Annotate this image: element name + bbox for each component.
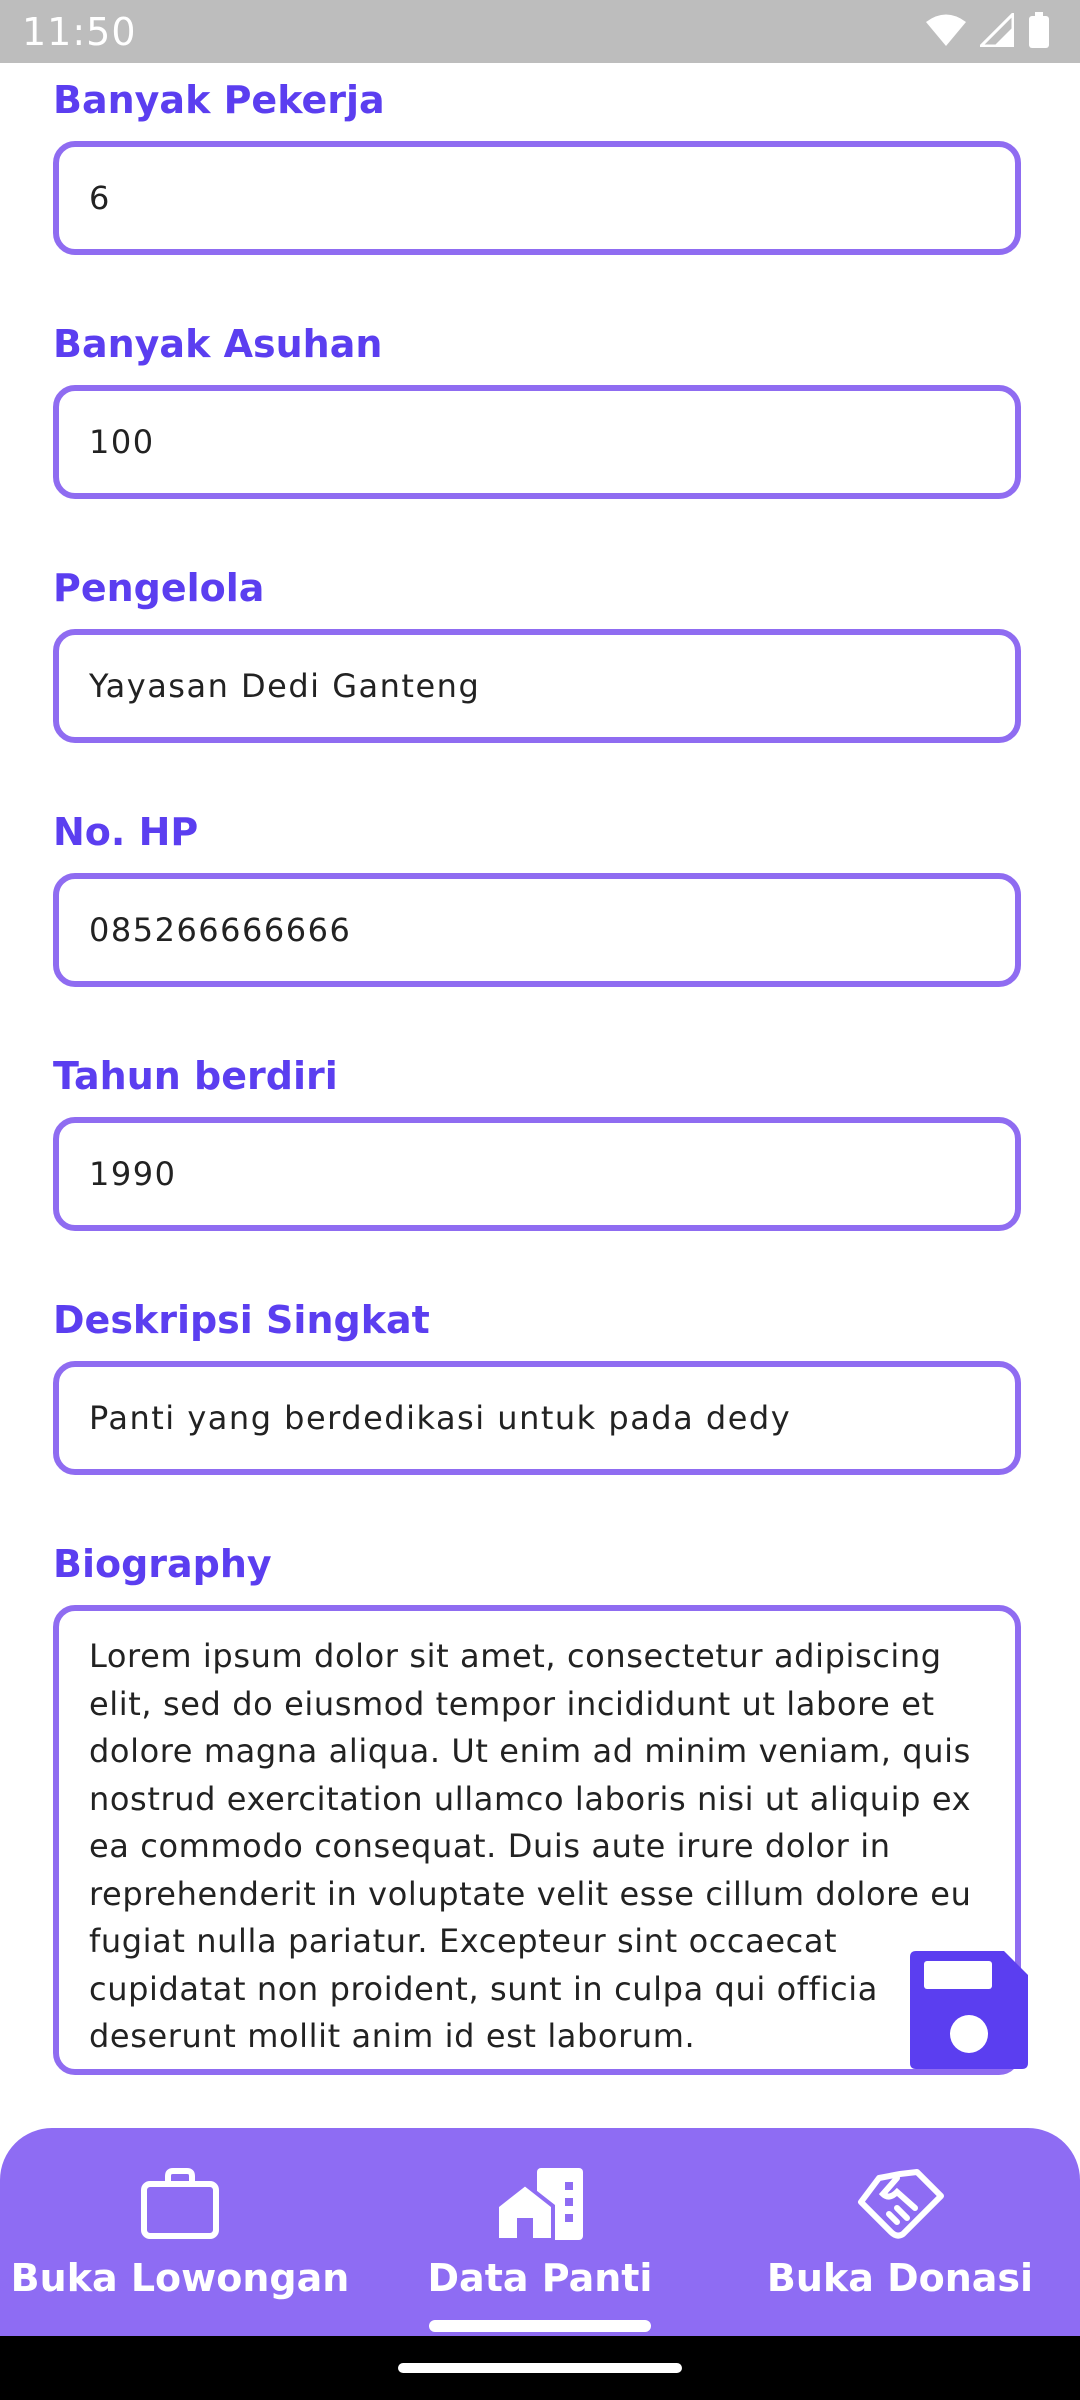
nav-item-buka-donasi[interactable]: Buka Donasi xyxy=(720,2128,1080,2336)
field-label-deskripsi-singkat: Deskripsi Singkat xyxy=(53,1298,430,1342)
house-building-icon xyxy=(495,2168,585,2247)
wifi-icon xyxy=(926,13,966,52)
no-hp-input[interactable]: 085266666666 xyxy=(53,873,1021,987)
banyak-pekerja-input[interactable]: 6 xyxy=(53,141,1021,255)
nav-label-buka-lowongan: Buka Lowongan xyxy=(10,2256,350,2300)
field-label-tahun-berdiri: Tahun berdiri xyxy=(53,1054,338,1098)
no-hp-value: 085266666666 xyxy=(89,911,352,949)
banyak-asuhan-input[interactable]: 100 xyxy=(53,385,1021,499)
deskripsi-singkat-value: Panti yang berdedikasi untuk pada dedy xyxy=(89,1399,792,1437)
briefcase-icon xyxy=(140,2168,220,2245)
field-label-no-hp: No. HP xyxy=(53,810,199,854)
field-label-pengelola: Pengelola xyxy=(53,566,265,610)
field-label-biography: Biography xyxy=(53,1542,272,1586)
banyak-pekerja-value: 6 xyxy=(89,179,111,217)
bottom-navigation: Buka Lowongan Data Panti Buka Donasi xyxy=(0,2128,1080,2336)
field-label-banyak-pekerja: Banyak Pekerja xyxy=(53,78,385,122)
handshake-icon xyxy=(855,2168,945,2245)
biography-value: Lorem ipsum dolor sit amet, consectetur … xyxy=(89,1637,972,2055)
nav-item-buka-lowongan[interactable]: Buka Lowongan xyxy=(0,2128,360,2336)
banyak-asuhan-value: 100 xyxy=(89,423,155,461)
tahun-berdiri-input[interactable]: 1990 xyxy=(53,1117,1021,1231)
pengelola-input[interactable]: Yayasan Dedi Ganteng xyxy=(53,629,1021,743)
deskripsi-singkat-input[interactable]: Panti yang berdedikasi untuk pada dedy xyxy=(53,1361,1021,1475)
nav-label-data-panti: Data Panti xyxy=(427,2256,653,2300)
save-button[interactable] xyxy=(910,1951,1028,2069)
nav-item-data-panti[interactable]: Data Panti xyxy=(360,2128,720,2336)
biography-textarea[interactable]: Lorem ipsum dolor sit amet, consectetur … xyxy=(53,1605,1021,2075)
tahun-berdiri-value: 1990 xyxy=(89,1155,177,1193)
field-label-banyak-asuhan: Banyak Asuhan xyxy=(53,322,383,366)
battery-icon xyxy=(1028,12,1050,53)
status-time: 11:50 xyxy=(22,10,137,54)
home-gesture-handle[interactable] xyxy=(398,2363,682,2373)
signal-icon xyxy=(977,10,1015,52)
system-navigation-bar xyxy=(0,2336,1080,2400)
status-bar: 11:50 xyxy=(0,0,1080,63)
nav-label-buka-donasi: Buka Donasi xyxy=(766,2256,1034,2300)
selected-indicator xyxy=(429,2320,651,2332)
save-icon xyxy=(910,1951,1028,2073)
pengelola-value: Yayasan Dedi Ganteng xyxy=(89,667,481,705)
